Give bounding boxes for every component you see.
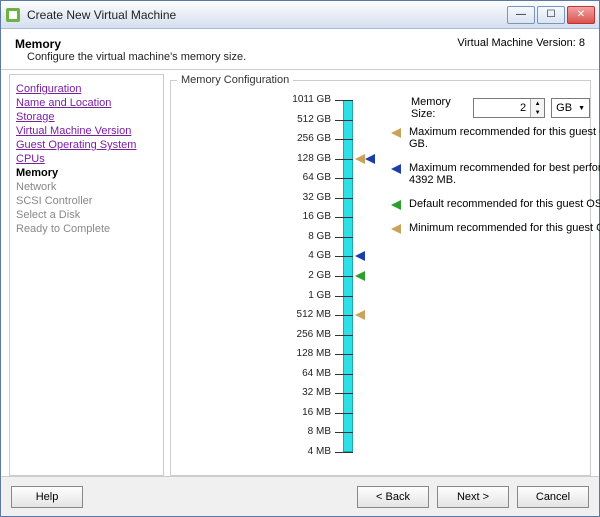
sidebar-step-future: Ready to Complete [16,223,157,235]
memory-unit-dropdown[interactable]: GB ▼ [551,98,590,118]
minimize-button[interactable]: — [507,6,535,24]
ruler-tick-label: 2 GB [271,270,331,281]
ruler-tick-label: 4 MB [271,446,331,457]
ruler-tick [335,413,353,414]
wizard-window: Create New Virtual Machine — ☐ ✕ Memory … [0,0,600,517]
ruler-tick [335,139,353,140]
sidebar-step-link[interactable]: Virtual Machine Version [16,125,157,137]
ruler-tick [335,374,353,375]
sidebar-step-future: Network [16,181,157,193]
legend-text: Maximum recommended for this guest OS: 1… [409,126,600,150]
help-button[interactable]: Help [11,486,83,508]
ruler-tick [335,432,353,433]
ruler-tick [335,159,353,160]
ruler-tick-label: 128 GB [271,153,331,164]
ruler-tick-label: 256 GB [271,133,331,144]
ruler-tick [335,256,353,257]
triangle-icon [391,164,401,174]
ruler-tick [335,276,353,277]
legend-text: Maximum recommended for best performance… [409,162,600,186]
ruler-tick [335,393,353,394]
legend-default: Default recommended for this guest OS: 2… [391,198,600,210]
ruler-tick-label: 128 MB [271,348,331,359]
ruler-tick-label: 512 MB [271,309,331,320]
maximize-button[interactable]: ☐ [537,6,565,24]
ruler-tick-label: 64 MB [271,368,331,379]
titlebar[interactable]: Create New Virtual Machine — ☐ ✕ [1,1,599,29]
vm-version-label: Virtual Machine Version: 8 [457,37,585,63]
ruler-tick-label: 64 GB [271,172,331,183]
memory-size-label: Memory Size: [411,96,467,120]
ruler-tick [335,237,353,238]
wizard-footer: Help < Back Next > Cancel [1,476,599,516]
sidebar-step-future: SCSI Controller [16,195,157,207]
legend-text: Default recommended for this guest OS: 2… [409,198,600,210]
triangle-icon [391,200,401,210]
ruler-tick-label: 16 GB [271,211,331,222]
spinner-up-button[interactable]: ▲ [531,99,544,108]
ruler-tick [335,217,353,218]
group-legend: Memory Configuration [177,74,293,86]
legend-max-os: Maximum recommended for this guest OS: 1… [391,126,600,150]
ruler-tick-label: 32 GB [271,192,331,203]
wizard-steps-sidebar: Configuration Name and Location Storage Vir… [9,74,164,476]
sidebar-step-link[interactable]: Guest Operating System [16,139,157,151]
sidebar-step-link[interactable]: Configuration [16,83,157,95]
close-button[interactable]: ✕ [567,6,595,24]
ruler-tick [335,296,353,297]
window-title: Create New Virtual Machine [27,8,507,22]
ruler-tick-label: 32 MB [271,387,331,398]
memory-size-spinner[interactable]: ▲ ▼ [473,98,545,118]
ruler-marker-max-perf [365,154,377,166]
sidebar-step-link[interactable]: Name and Location [16,97,157,109]
ruler-tick [335,315,353,316]
ruler-tick [335,335,353,336]
page-header: Memory Configure the virtual machine's m… [1,29,599,70]
ruler-tick-label: 256 MB [271,329,331,340]
legend-text: Minimum recommended for this guest OS: 5… [409,222,600,234]
ruler-marker-current [355,251,367,263]
page-subtitle: Configure the virtual machine's memory s… [27,51,246,63]
ruler-tick [335,354,353,355]
spinner-down-button[interactable]: ▼ [531,108,544,117]
page-title: Memory [15,37,246,51]
sidebar-step-current: Memory [16,167,157,179]
ruler-tick-label: 16 MB [271,407,331,418]
sidebar-step-future: Select a Disk [16,209,157,221]
ruler-tick [335,100,353,101]
ruler-tick [335,452,353,453]
memory-configuration-group: Memory Configuration Memory Size: ▲ ▼ GB… [170,74,591,476]
memory-unit-value: GB [556,102,572,114]
triangle-icon [391,128,401,138]
cancel-button[interactable]: Cancel [517,486,589,508]
ruler-tick [335,178,353,179]
triangle-icon [391,224,401,234]
chevron-down-icon: ▼ [578,105,585,112]
memory-ruler[interactable]: 1011 GB 512 GB 256 GB 128 GB 64 GB 32 GB 16 GB… [181,92,381,462]
app-icon [5,7,21,23]
ruler-tick-label: 8 GB [271,231,331,242]
ruler-tick-label: 8 MB [271,426,331,437]
ruler-tick [335,198,353,199]
sidebar-step-link[interactable]: CPUs [16,153,157,165]
ruler-tick [335,120,353,121]
memory-size-input[interactable] [474,99,530,117]
ruler-tick-label: 4 GB [271,250,331,261]
ruler-tick-label: 1 GB [271,290,331,301]
ruler-tick-label: 1011 GB [271,94,331,105]
next-button[interactable]: Next > [437,486,509,508]
sidebar-step-link[interactable]: Storage [16,111,157,123]
legend-max-perf: Maximum recommended for best performance… [391,162,600,186]
legend-minimum: Minimum recommended for this guest OS: 5… [391,222,600,234]
ruler-marker-default [355,271,367,283]
back-button[interactable]: < Back [357,486,429,508]
ruler-tick-label: 512 GB [271,114,331,125]
ruler-marker-minimum [355,310,367,322]
